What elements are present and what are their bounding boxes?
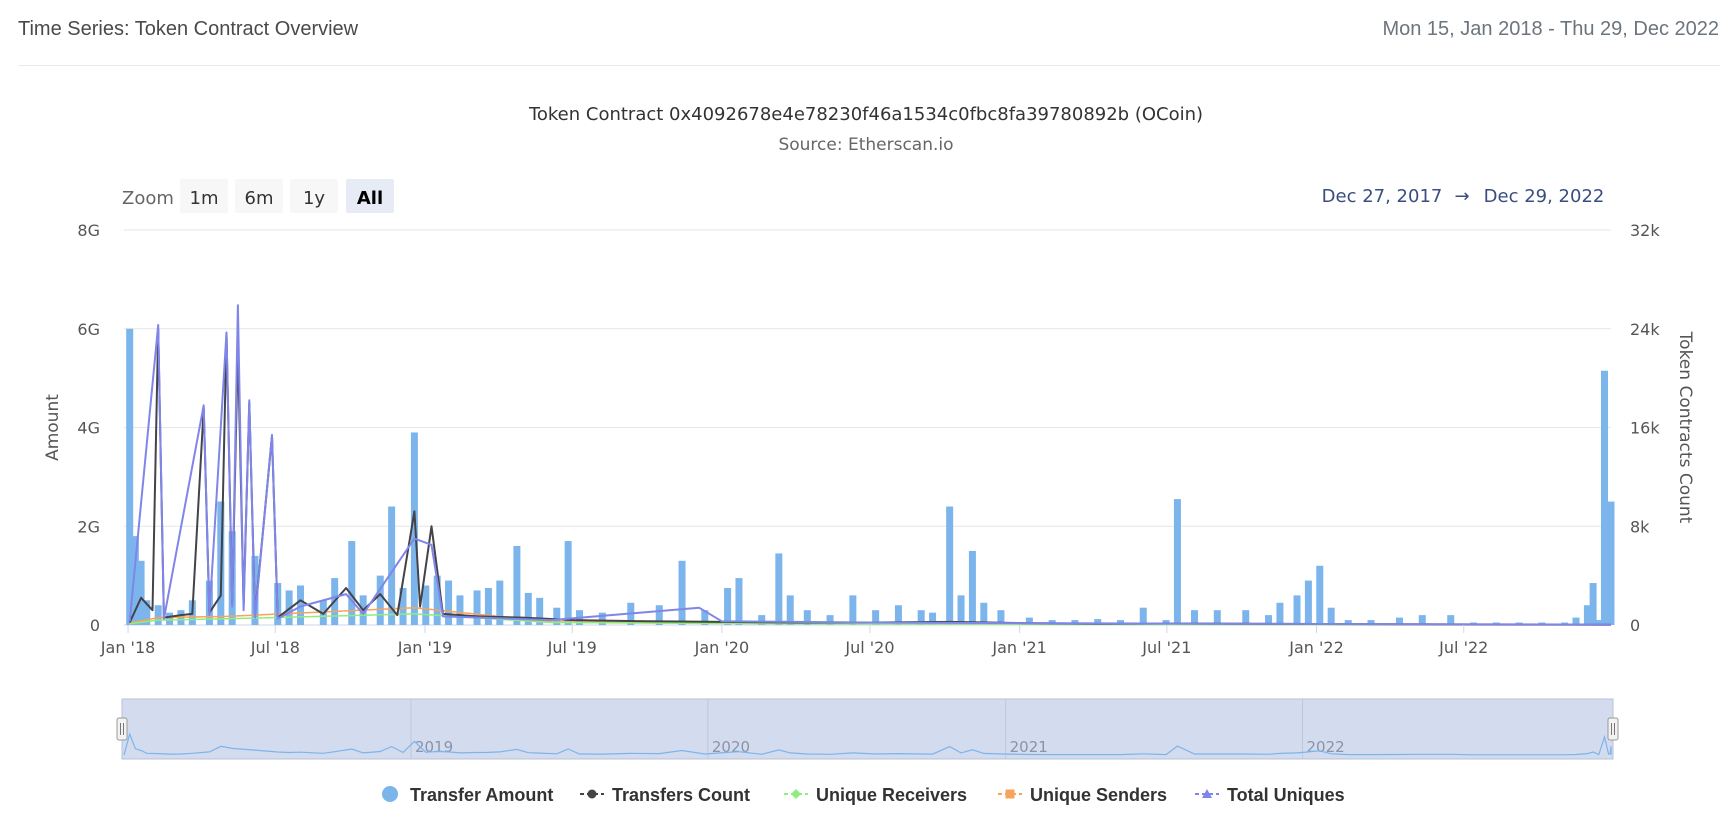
- legend-marker-icon: [791, 789, 801, 799]
- transfer-amount-bar[interactable]: [968, 550, 976, 625]
- handle-grip: [1607, 717, 1619, 741]
- x-tick-label: Jan '19: [397, 638, 453, 657]
- legend-label: Unique Receivers: [816, 785, 967, 805]
- x-tick-label: Jul '18: [250, 638, 300, 657]
- zoom-button-label: 6m: [245, 188, 274, 209]
- legend: Transfer Amount Transfers Count Unique Rec…: [382, 785, 1345, 805]
- y-tick-label: 4G: [77, 419, 100, 438]
- legend-item-unique-senders[interactable]: Unique Senders: [998, 785, 1167, 805]
- transfer-amount-bar[interactable]: [1173, 499, 1181, 625]
- zoom-button-1m[interactable]: 1m: [180, 179, 228, 213]
- chart-subtitle: Source: Etherscan.io: [778, 135, 953, 155]
- transfer-amount-bar[interactable]: [735, 578, 743, 625]
- legend-item-transfers-count[interactable]: Transfers Count: [580, 785, 750, 805]
- range-selector: Zoom 1m 6m 1y All Dec 27, 2017 → Dec 29, 2022: [122, 179, 1604, 213]
- transfer-amount-bar[interactable]: [564, 541, 572, 625]
- y2-tick-label: 32k: [1630, 221, 1660, 240]
- zoom-label: Zoom: [122, 188, 174, 209]
- y2-tick-label: 16k: [1630, 419, 1660, 438]
- transfer-amount-bar[interactable]: [1276, 602, 1284, 625]
- y-tick-label: 6G: [77, 320, 100, 339]
- transfer-amount-bars[interactable]: [126, 328, 1615, 626]
- transfer-amount-bar[interactable]: [957, 595, 965, 625]
- transfer-amount-bar[interactable]: [1139, 607, 1147, 625]
- x-tick-label: Jul '20: [844, 638, 894, 657]
- transfer-amount-bar[interactable]: [348, 541, 356, 625]
- transfer-amount-bar[interactable]: [946, 506, 954, 626]
- zoom-button-label: 1y: [303, 188, 325, 209]
- y-axis-title: Amount: [43, 394, 63, 461]
- legend-item-transfer-amount[interactable]: Transfer Amount: [382, 785, 553, 805]
- transfer-amount-bar[interactable]: [473, 590, 481, 625]
- x-tick-label: Jan '21: [991, 638, 1047, 657]
- legend-item-unique-receivers[interactable]: Unique Receivers: [784, 785, 967, 805]
- transfer-amount-bar[interactable]: [786, 595, 794, 625]
- navigator-left-handle[interactable]: [116, 717, 128, 741]
- legend-label: Total Uniques: [1227, 785, 1345, 805]
- chart-title: Token Contract 0x4092678e4e78230f46a1534…: [528, 104, 1203, 125]
- time-series-chart: 0 0 2G 8k 4G 16k 6G 24k 8G 32k Amount Token Contrac…: [43, 104, 1695, 805]
- transfer-amount-bar[interactable]: [678, 560, 686, 625]
- transfer-amount-bar[interactable]: [376, 575, 384, 625]
- y2-tick-label: 0: [1630, 616, 1640, 635]
- x-tick-label: Jul '21: [1141, 638, 1191, 657]
- transfer-amount-bar[interactable]: [775, 553, 783, 625]
- y-tick-label: 0: [90, 616, 100, 635]
- zoom-button-label: 1m: [190, 188, 219, 209]
- x-tick-label: Jul '19: [547, 638, 597, 657]
- transfer-amount-bar[interactable]: [422, 585, 430, 626]
- transfer-amount-bar[interactable]: [724, 587, 732, 625]
- legend-item-total-uniques[interactable]: Total Uniques: [1195, 785, 1345, 805]
- transfer-amount-bar[interactable]: [1304, 580, 1312, 625]
- zoom-button-1y[interactable]: 1y: [290, 179, 338, 213]
- transfer-amount-bar[interactable]: [1327, 607, 1335, 625]
- x-tick-label: Jul '22: [1438, 638, 1488, 657]
- y-tick-label: 2G: [77, 517, 100, 536]
- zoom-button-6m[interactable]: 6m: [235, 179, 283, 213]
- transfer-amount-bar[interactable]: [849, 595, 857, 625]
- x-tick-label: Jan '18: [100, 638, 156, 657]
- transfer-amount-bar[interactable]: [166, 612, 174, 625]
- range-to-date: Dec 29, 2022: [1484, 186, 1605, 207]
- range-from-date: Dec 27, 2017: [1322, 186, 1443, 207]
- x-tick-label: Jan '22: [1288, 638, 1344, 657]
- legend-marker-icon: [1005, 789, 1015, 799]
- transfer-amount-bar[interactable]: [445, 580, 453, 625]
- transfer-amount-bar[interactable]: [513, 546, 521, 625]
- zoom-button-label: All: [357, 188, 383, 209]
- y-tick-label: 8G: [77, 221, 100, 240]
- legend-label: Transfers Count: [612, 785, 750, 805]
- legend-circle-icon: [382, 786, 398, 802]
- transfer-amount-bar[interactable]: [1316, 565, 1324, 625]
- handle-grip: [116, 717, 128, 741]
- transfer-amount-bar[interactable]: [456, 595, 464, 625]
- navigator[interactable]: 2019 2020 2021 2022: [116, 698, 1619, 760]
- transfer-amount-bar[interactable]: [1589, 583, 1597, 625]
- chart-text: Token Contract 0x4092678e4e78230f46a1534…: [528, 104, 1203, 155]
- legend-marker-icon: [587, 789, 597, 799]
- zoom-button-all[interactable]: All: [346, 179, 394, 213]
- navigator-year-label: 2021: [1010, 738, 1048, 756]
- navigator-right-handle[interactable]: [1607, 717, 1619, 741]
- range-arrow: →: [1454, 186, 1469, 207]
- legend-label: Transfer Amount: [410, 785, 553, 805]
- transfer-amount-bar[interactable]: [1293, 595, 1301, 625]
- grid-lines: [124, 229, 1611, 626]
- transfer-amount-bar[interactable]: [154, 605, 162, 625]
- y2-axis-title: Token Contracts Count: [1675, 331, 1695, 524]
- transfer-amount-bar[interactable]: [1607, 501, 1615, 625]
- navigator-year-label: 2022: [1307, 738, 1345, 756]
- y2-tick-label: 8k: [1630, 517, 1650, 536]
- x-tick-label: Jan '20: [694, 638, 750, 657]
- transfer-amount-bar[interactable]: [1600, 370, 1608, 625]
- legend-label: Unique Senders: [1030, 785, 1167, 805]
- y2-tick-label: 24k: [1630, 320, 1660, 339]
